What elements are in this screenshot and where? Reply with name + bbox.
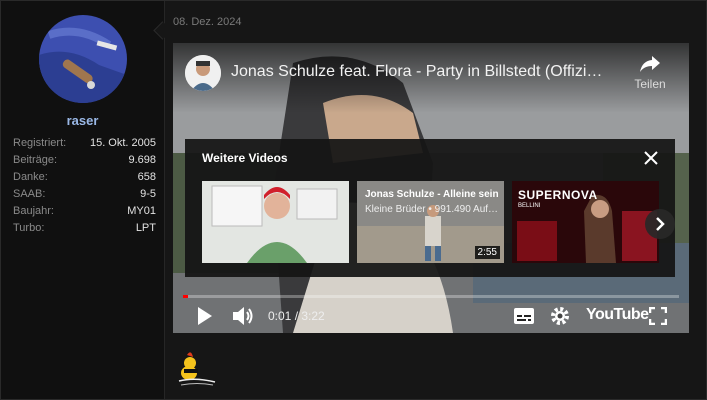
settings-button[interactable] <box>550 306 570 331</box>
gear-icon <box>550 307 570 330</box>
share-button[interactable]: Teilen <box>625 55 675 91</box>
stat-value: 9-5 <box>140 188 156 200</box>
signature-image <box>175 349 219 389</box>
stat-label: Registriert: <box>13 137 67 149</box>
more-video-meta: BELLINI <box>518 203 541 209</box>
stat-label: Danke: <box>13 171 48 183</box>
play-button[interactable] <box>195 305 215 332</box>
post-content: 08. Dez. 2024 Jonas Schulze feat. Flora … <box>165 1 706 399</box>
more-video-item[interactable]: Jonas Schulze - Alleine sein Kleine Brüd… <box>357 181 504 263</box>
subtitles-button[interactable] <box>513 307 535 330</box>
user-sidebar: raser Registriert: 15. Okt. 2005 Beiträg… <box>1 1 165 399</box>
fullscreen-button[interactable] <box>648 306 668 330</box>
video-thumbnail <box>202 181 349 263</box>
next-videos-button[interactable] <box>645 209 675 239</box>
time-display: 0:01 / 3:22 <box>268 309 325 323</box>
play-icon <box>195 307 215 331</box>
stat-value: 15. Okt. 2005 <box>89 137 156 149</box>
progress-bar[interactable] <box>183 295 679 298</box>
share-icon <box>625 55 675 73</box>
stat-label: Baujahr: <box>13 205 54 217</box>
more-videos-heading: Weitere Videos <box>202 151 288 165</box>
more-videos-panel: Weitere Videos Jonas Schulze - Alleine s… <box>185 139 675 277</box>
more-video-title: SUPERNOVA <box>518 188 598 202</box>
more-video-item[interactable]: SUPERNOVA BELLINI <box>512 181 659 263</box>
share-label: Teilen <box>634 77 666 91</box>
volume-button[interactable] <box>231 305 255 332</box>
post-date[interactable]: 08. Dez. 2024 <box>173 16 242 28</box>
avatar[interactable] <box>39 15 127 103</box>
stat-label: Beiträge: <box>13 154 58 166</box>
stat-thanks: Danke: 658 <box>13 169 156 186</box>
username[interactable]: raser <box>1 113 164 128</box>
stat-label: Turbo: <box>13 222 45 234</box>
stat-value: LPT <box>135 222 156 234</box>
progress-fill <box>183 295 188 298</box>
stat-registered: Registriert: 15. Okt. 2005 <box>13 135 156 152</box>
channel-avatar[interactable] <box>185 55 221 91</box>
stat-turbo: Turbo: LPT <box>13 220 156 237</box>
stat-posts: Beiträge: 9.698 <box>13 152 156 169</box>
stat-value: 658 <box>137 171 156 183</box>
close-button[interactable] <box>641 148 661 168</box>
stat-year: Baujahr: MY01 <box>13 203 156 220</box>
subtitles-icon <box>513 308 535 329</box>
stat-saab: SAAB: 9-5 <box>13 186 156 203</box>
youtube-logo[interactable]: YouTube <box>586 306 649 324</box>
chevron-right-icon <box>645 217 675 243</box>
user-stats: Registriert: 15. Okt. 2005 Beiträge: 9.6… <box>13 135 156 237</box>
more-video-meta: Kleine Brüder • 991.490 Aufrufe <box>365 204 501 215</box>
volume-icon <box>231 307 255 331</box>
stat-label: SAAB: <box>13 188 46 200</box>
more-video-item[interactable] <box>202 181 349 263</box>
close-icon <box>641 151 661 172</box>
more-video-title: Jonas Schulze - Alleine sein <box>365 189 499 200</box>
fullscreen-icon <box>648 306 668 329</box>
video-title[interactable]: Jonas Schulze feat. Flora - Party in Bil… <box>231 63 611 81</box>
player-controls: 0:01 / 3:22 YouTube <box>173 301 689 333</box>
stat-value: 9.698 <box>128 154 156 166</box>
video-duration: 2:55 <box>474 246 500 259</box>
youtube-embed[interactable]: Jonas Schulze feat. Flora - Party in Bil… <box>173 43 689 333</box>
stat-value: MY01 <box>127 205 156 217</box>
